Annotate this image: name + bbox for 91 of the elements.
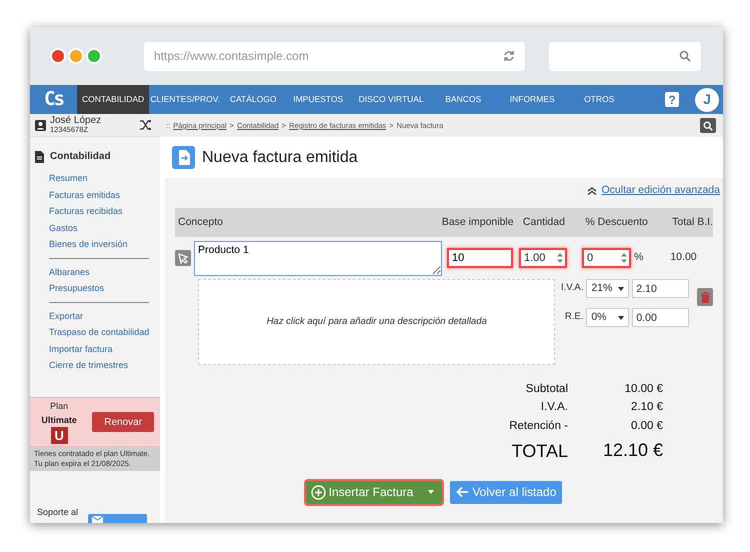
total-value: 12.10 € [602,438,663,462]
total-value: 2.10 € [630,400,663,416]
search-field[interactable] [549,42,701,70]
plan-label: Plan [50,400,68,413]
logo[interactable]: Cs [30,85,77,114]
sidebar-link[interactable]: Resumen [49,170,150,186]
avatar[interactable]: J [695,88,719,112]
url-text: https://www.contasimple.com [154,48,309,65]
left-arrow-icon [456,486,470,498]
contact-button[interactable] [88,514,148,523]
description-placeholder: Haz click aquí para añadir una descripción detallada [266,314,487,329]
sidebar-link[interactable]: Bienes de inversión [49,236,150,252]
vat-rate: 21% [591,280,612,296]
plan-badge: U [50,427,68,444]
nav-tab[interactable]: OTROS [569,85,630,114]
renew-button[interactable]: Renovar [92,412,154,432]
line-total: 10.00 [670,250,697,266]
user-name: José López [50,116,102,126]
total-label: Retención - [508,418,568,434]
quantity-field[interactable]: 1.00 [519,248,567,268]
maximize-window-icon[interactable] [88,50,100,62]
page-title: Nueva factura emitida [202,148,358,168]
column-header: Cantidad [522,214,565,230]
cursor-icon [178,252,188,264]
nav-tab[interactable]: CLIENTES/PROV. [149,85,222,114]
product-picker-button[interactable] [175,250,191,266]
document-icon [35,150,44,162]
column-header: % Descuento [584,214,648,230]
dropdown-caret-icon [428,490,434,494]
close-window-icon[interactable] [52,50,64,62]
nav-tab[interactable]: BANCOS [431,85,496,114]
sidebar-link[interactable]: Exportar [49,308,150,324]
sidebar-link[interactable]: Cierre de trimestres [49,357,150,374]
surcharge-label: R.E. [564,310,584,324]
total-label: TOTAL [510,440,568,463]
spinner-icon[interactable] [621,252,627,264]
search-icon [679,50,691,62]
nav-tab[interactable]: DISCO VIRTUAL [351,85,432,114]
shuffle-icon[interactable] [140,120,151,130]
plan-name: Ultimate [41,414,77,426]
nav-tab[interactable]: INFORMES [495,85,570,114]
vat-label: I.V.A. [560,281,584,296]
column-header: Base imponible [440,214,514,230]
support-label: Soporte al [37,506,78,519]
nav-tab[interactable]: CATÁLOGO [221,85,286,114]
invoice-icon [172,146,195,169]
quantity-value: 1.00 [524,250,546,266]
dropdown-caret-icon [618,286,624,290]
hide-advanced-link[interactable]: Ocultar edición avanzada [602,182,720,198]
vat-rate-select[interactable]: 21% [586,279,630,298]
address-bar[interactable]: https://www.contasimple.com [144,42,526,70]
nav-tab[interactable]: IMPUESTOS [285,85,352,114]
surcharge-amount-field[interactable]: 0.00 [632,308,690,327]
reload-icon[interactable] [503,50,516,62]
sidebar-link[interactable]: Traspaso de contabilidad [49,324,150,340]
surcharge-rate-select[interactable]: 0% [586,308,630,327]
search-button[interactable] [700,118,716,133]
back-to-list-button[interactable]: Volver al listado [450,480,562,504]
column-header: Concepto [177,214,224,230]
nav-tab[interactable]: CONTABILIDAD [77,85,150,114]
sidebar-link[interactable]: Importar factura [49,340,150,357]
insert-invoice-button[interactable]: Insertar Factura [306,480,442,504]
percent-label: % [634,250,644,266]
user-card-icon [35,120,46,130]
discount-value: 0 [587,250,594,266]
dropdown-caret-icon [618,316,624,320]
concept-field[interactable]: Producto 1 [194,240,442,276]
spinner-icon[interactable] [557,252,563,264]
description-area[interactable]: Haz click aquí para añadir una descripción detallada [198,279,556,365]
sidebar-link[interactable]: Facturas emitidas [49,186,150,203]
sidebar-link[interactable]: Facturas recibidas [49,203,150,220]
discount-field[interactable]: 0 [582,248,631,268]
help-icon[interactable]: ? [665,92,679,107]
plus-circle-icon [310,484,326,500]
sidebar-link[interactable]: Albaranes [49,264,150,280]
surcharge-rate: 0% [591,310,607,325]
total-label: Subtotal [524,382,568,397]
vat-amount-field[interactable]: 2.10 [632,279,690,298]
double-chevron-up-icon [586,186,596,194]
sidebar-heading: Contabilidad [50,150,111,164]
search-icon [703,120,713,130]
sidebar-link[interactable]: Presupuestos [49,280,150,296]
minimize-window-icon[interactable] [70,50,82,62]
trash-icon [700,292,710,302]
total-value: 0.00 € [630,418,663,434]
base-field[interactable]: 10 [447,248,513,268]
column-header: Total B.I. [671,214,713,230]
envelope-icon [92,516,104,523]
total-label: I.V.A. [540,400,568,416]
sidebar-link[interactable]: Gastos [49,220,150,236]
total-value: 10.00 € [624,382,663,397]
